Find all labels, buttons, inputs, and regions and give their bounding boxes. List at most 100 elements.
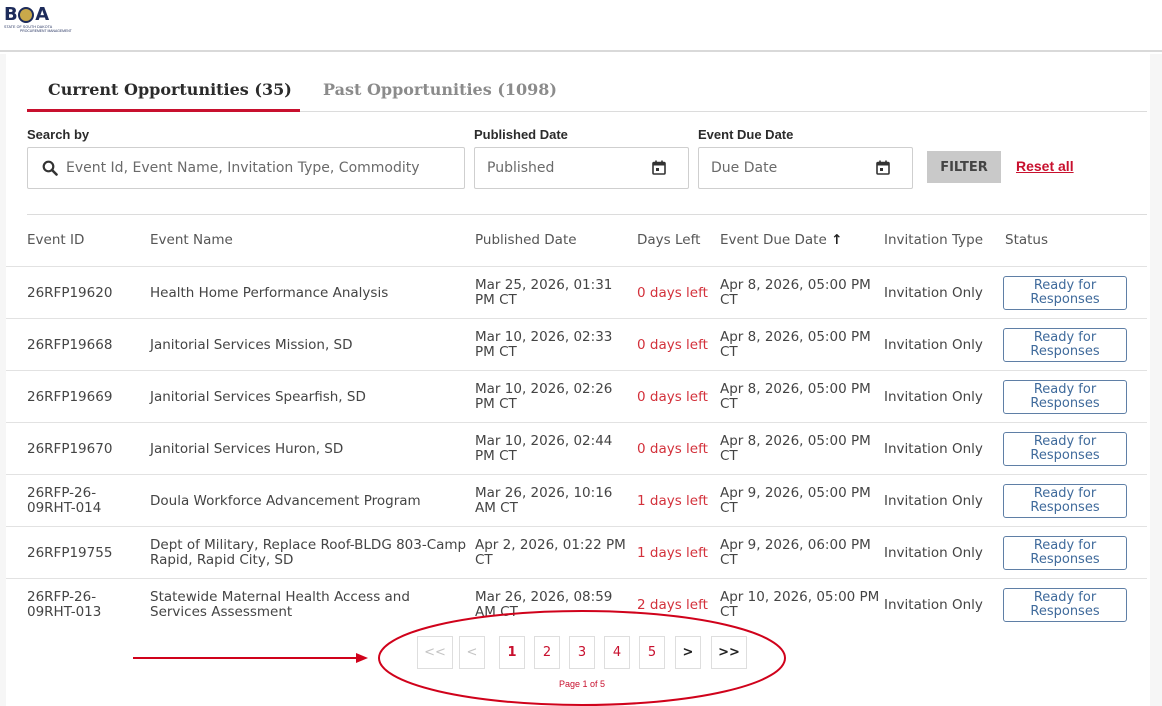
search-label: Search by	[27, 127, 90, 142]
column-header-event-name[interactable]: Event Name	[150, 232, 233, 248]
calendar-icon[interactable]	[652, 160, 666, 175]
logo-letter-a: A	[35, 4, 49, 25]
invitation-type-cell: Invitation Only	[884, 545, 983, 561]
invitation-type-cell: Invitation Only	[884, 389, 983, 405]
invitation-type-cell: Invitation Only	[884, 493, 983, 509]
event-due-date-cell: Apr 9, 2026, 05:00 PM CT	[720, 485, 871, 516]
search-box	[27, 147, 465, 189]
status-badge[interactable]: Ready for Responses	[1003, 380, 1127, 414]
due-date-box	[698, 147, 913, 189]
page-3-button[interactable]: 3	[569, 636, 595, 669]
table-row[interactable]: 26RFP19755 Dept of Military, Replace Roof…	[6, 526, 1147, 578]
status-badge[interactable]: Ready for Responses	[1003, 432, 1127, 466]
search-input[interactable]	[66, 148, 456, 188]
published-date-cell: Mar 25, 2026, 01:31 PM CT	[475, 277, 613, 308]
event-id-cell: 26RFP19620	[27, 285, 113, 301]
event-due-date-cell: Apr 10, 2026, 05:00 PM CT	[720, 589, 880, 620]
search-icon	[42, 160, 58, 176]
published-date-cell: Mar 10, 2026, 02:33 PM CT	[475, 329, 613, 360]
published-date-box	[474, 147, 689, 189]
due-date-input[interactable]	[711, 148, 871, 188]
invitation-type-cell: Invitation Only	[884, 441, 983, 457]
published-date-cell: Mar 26, 2026, 08:59 AM CT	[475, 589, 613, 620]
event-due-date-cell: Apr 8, 2026, 05:00 PM CT	[720, 381, 871, 412]
last-page-button[interactable]: >>	[711, 636, 747, 669]
table-row[interactable]: 26RFP19669 Janitorial Services Spearfish,…	[6, 370, 1147, 422]
column-header-published-date[interactable]: Published Date	[475, 232, 577, 248]
status-badge[interactable]: Ready for Responses	[1003, 328, 1127, 362]
days-left-cell: 0 days left	[637, 285, 708, 301]
event-due-date-cell: Apr 9, 2026, 06:00 PM CT	[720, 537, 871, 568]
published-date-cell: Mar 26, 2026, 10:16 AM CT	[475, 485, 613, 516]
opportunity-tabs: Current Opportunities (35) Past Opportun…	[27, 76, 1147, 112]
published-date-label: Published Date	[474, 127, 568, 142]
logo-letter-b: B	[4, 4, 18, 25]
status-badge[interactable]: Ready for Responses	[1003, 588, 1127, 622]
table-row[interactable]: 26RFP19620 Health Home Performance Analys…	[6, 266, 1147, 318]
days-left-cell: 0 days left	[637, 441, 708, 457]
tab-current-opportunities[interactable]: Current Opportunities (35)	[48, 80, 292, 99]
invitation-type-cell: Invitation Only	[884, 285, 983, 301]
page-4-button[interactable]: 4	[604, 636, 630, 669]
event-id-cell: 26RFP19755	[27, 545, 113, 561]
event-id-cell: 26RFP-26-09RHT-013	[27, 589, 102, 620]
event-due-date-cell: Apr 8, 2026, 05:00 PM CT	[720, 433, 871, 464]
page-2-button[interactable]: 2	[534, 636, 560, 669]
next-page-button[interactable]: >	[675, 636, 701, 669]
event-id-cell: 26RFP19668	[27, 337, 113, 353]
days-left-cell: 0 days left	[637, 337, 708, 353]
days-left-cell: 1 days left	[637, 493, 708, 509]
status-badge[interactable]: Ready for Responses	[1003, 276, 1127, 310]
table-row[interactable]: 26RFP19670 Janitorial Services Huron, SD M…	[6, 422, 1147, 474]
previous-page-button[interactable]: <	[459, 636, 485, 669]
event-name-cell: Janitorial Services Spearfish, SD	[150, 389, 366, 405]
filter-button[interactable]: FILTER	[927, 151, 1001, 183]
boa-logo[interactable]: B A STATE OF SOUTH DAKOTA PROCUREMENT MA…	[4, 6, 94, 46]
days-left-cell: 0 days left	[637, 389, 708, 405]
event-name-cell: Statewide Maternal Health Access and Ser…	[150, 589, 410, 620]
published-date-cell: Mar 10, 2026, 02:26 PM CT	[475, 381, 613, 412]
days-left-cell: 2 days left	[637, 597, 708, 613]
tab-past-opportunities[interactable]: Past Opportunities (1098)	[323, 80, 557, 99]
active-tab-indicator	[27, 109, 300, 112]
event-name-cell: Health Home Performance Analysis	[150, 285, 389, 301]
event-id-cell: 26RFP19670	[27, 441, 113, 457]
invitation-type-cell: Invitation Only	[884, 337, 983, 353]
published-date-input[interactable]	[487, 148, 647, 188]
status-badge[interactable]: Ready for Responses	[1003, 536, 1127, 570]
event-name-cell: Doula Workforce Advancement Program	[150, 493, 421, 509]
event-due-date-cell: Apr 8, 2026, 05:00 PM CT	[720, 277, 871, 308]
page-5-button[interactable]: 5	[639, 636, 665, 669]
sort-ascending-icon: ↑	[831, 232, 843, 248]
state-seal-icon	[18, 7, 35, 23]
event-due-date-label: Event Due Date	[698, 127, 794, 142]
column-header-days-left[interactable]: Days Left	[637, 232, 700, 248]
days-left-cell: 1 days left	[637, 545, 708, 561]
event-due-date-cell: Apr 8, 2026, 05:00 PM CT	[720, 329, 871, 360]
page-1-button[interactable]: 1	[499, 636, 525, 669]
first-page-button[interactable]: <<	[417, 636, 453, 669]
table-row[interactable]: 26RFP19668 Janitorial Services Mission, S…	[6, 318, 1147, 370]
invitation-type-cell: Invitation Only	[884, 597, 983, 613]
status-badge[interactable]: Ready for Responses	[1003, 484, 1127, 518]
calendar-icon[interactable]	[876, 160, 890, 175]
event-id-cell: 26RFP19669	[27, 389, 113, 405]
column-header-event-due-date[interactable]: Event Due Date ↑	[720, 232, 842, 248]
table-row[interactable]: 26RFP-26-09RHT-013 Statewide Maternal Hea…	[6, 578, 1147, 630]
event-name-cell: Janitorial Services Huron, SD	[150, 441, 344, 457]
filter-divider	[27, 214, 1147, 215]
column-header-status[interactable]: Status	[1005, 232, 1048, 248]
published-date-cell: Mar 10, 2026, 02:44 PM CT	[475, 433, 613, 464]
event-id-cell: 26RFP-26-09RHT-014	[27, 485, 102, 516]
event-name-cell: Janitorial Services Mission, SD	[150, 337, 353, 353]
page-info: Page 1 of 5	[559, 679, 606, 689]
table-row[interactable]: 26RFP-26-09RHT-014 Doula Workforce Advanc…	[6, 474, 1147, 526]
column-header-invitation-type[interactable]: Invitation Type	[884, 232, 983, 248]
published-date-cell: Apr 2, 2026, 01:22 PM CT	[475, 537, 626, 568]
column-header-event-id[interactable]: Event ID	[27, 232, 84, 248]
logo-subtitle-2: PROCUREMENT MANAGEMENT	[20, 29, 72, 33]
reset-all-link[interactable]: Reset all	[1016, 158, 1074, 174]
top-header: B A STATE OF SOUTH DAKOTA PROCUREMENT MA…	[0, 0, 1162, 52]
event-name-cell: Dept of Military, Replace Roof-BLDG 803-…	[150, 537, 467, 568]
column-header-event-due-date-label: Event Due Date	[720, 232, 827, 248]
